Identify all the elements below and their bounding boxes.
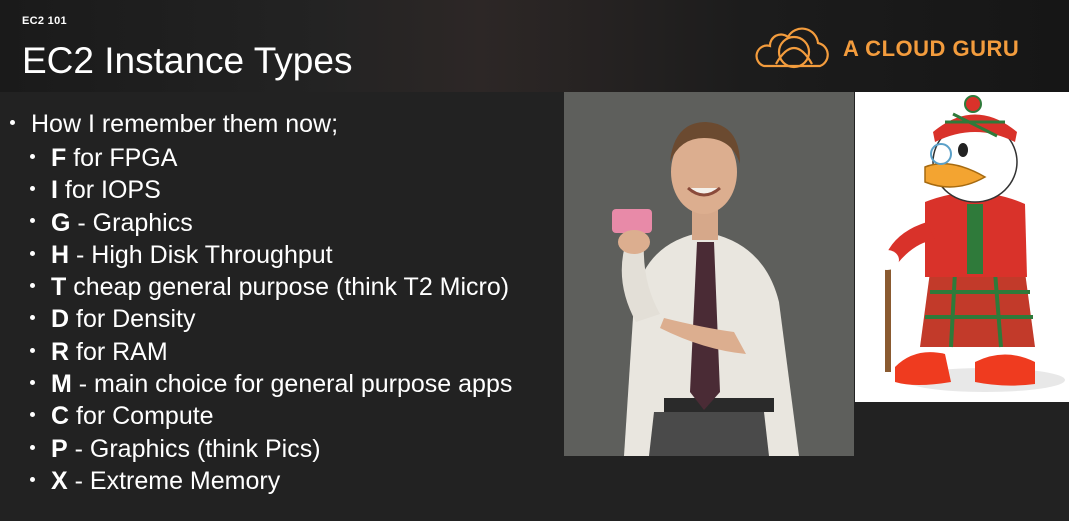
- bullet-icon: [30, 347, 35, 353]
- list-item: P - Graphics (think Pics): [30, 433, 512, 465]
- bullet-icon: [30, 153, 35, 159]
- instance-letter: H: [51, 240, 70, 269]
- instance-letter: F: [51, 144, 67, 172]
- brand-name: A CLOUD GURU: [843, 36, 1020, 61]
- bullet-icon: [30, 315, 35, 321]
- slide-header: EC2 101 EC2 Instance Types A CLOUD GURU: [0, 0, 1069, 92]
- list-item: F for FPGA: [30, 142, 512, 174]
- slide-title: EC2 Instance Types: [22, 40, 353, 81]
- list-item: H - High Disk Throughput: [30, 239, 512, 271]
- bullet-icon: [30, 186, 35, 192]
- bullet-icon: [10, 119, 15, 125]
- bullet-icon: [30, 218, 35, 224]
- list-item: T cheap general purpose (think T2 Micro): [30, 271, 512, 303]
- instance-description: for RAM: [69, 337, 168, 366]
- cloud-logo-icon: [755, 27, 829, 69]
- course-label: EC2 101: [22, 15, 67, 27]
- bullet-icon: [30, 379, 35, 385]
- bullet-icon: [30, 250, 35, 256]
- instance-letter: D: [51, 305, 70, 334]
- list-item: X - Extreme Memory: [30, 465, 512, 497]
- instance-description: cheap general purpose (think T2 Micro): [66, 273, 510, 302]
- intro-bullet: How I remember them now;: [10, 110, 338, 139]
- list-item: M - main choice for general purpose apps: [30, 368, 512, 400]
- instance-description: for Density: [69, 305, 196, 334]
- intro-text: How I remember them now;: [31, 110, 339, 138]
- instance-description: - Graphics (think Pics): [67, 434, 321, 463]
- instance-description: for FPGA: [66, 144, 178, 172]
- instance-letter: C: [51, 402, 70, 431]
- brand-logo: A CLOUD GURU: [754, 26, 1044, 72]
- instance-description: for IOPS: [57, 176, 161, 205]
- list-item: C for Compute: [30, 400, 512, 432]
- instance-letter: R: [51, 337, 70, 366]
- instance-description: - High Disk Throughput: [69, 240, 333, 269]
- list-item: G - Graphics: [30, 207, 512, 239]
- instance-description: - Graphics: [70, 208, 193, 237]
- instance-description: for Compute: [69, 402, 214, 431]
- instance-letter: X: [51, 466, 68, 495]
- instance-letter: I: [51, 176, 58, 205]
- list-item: R for RAM: [30, 336, 512, 368]
- list-item: I for IOPS: [30, 174, 512, 206]
- instance-letter: T: [51, 273, 67, 302]
- list-item: D for Density: [30, 303, 512, 335]
- duck-illustration: [855, 92, 1069, 402]
- instance-type-list: F for FPGA I for IOPS G - Graphics H - H…: [30, 142, 512, 497]
- bullet-icon: [30, 444, 35, 450]
- bullet-icon: [30, 283, 35, 289]
- instance-description: - main choice for general purpose apps: [71, 370, 513, 399]
- bullet-icon: [30, 412, 35, 418]
- person-photo: [564, 92, 854, 456]
- instance-letter: P: [51, 434, 68, 463]
- bullet-icon: [30, 476, 35, 482]
- instance-description: - Extreme Memory: [67, 466, 281, 495]
- instance-letter: M: [51, 370, 72, 399]
- instance-letter: G: [51, 208, 71, 237]
